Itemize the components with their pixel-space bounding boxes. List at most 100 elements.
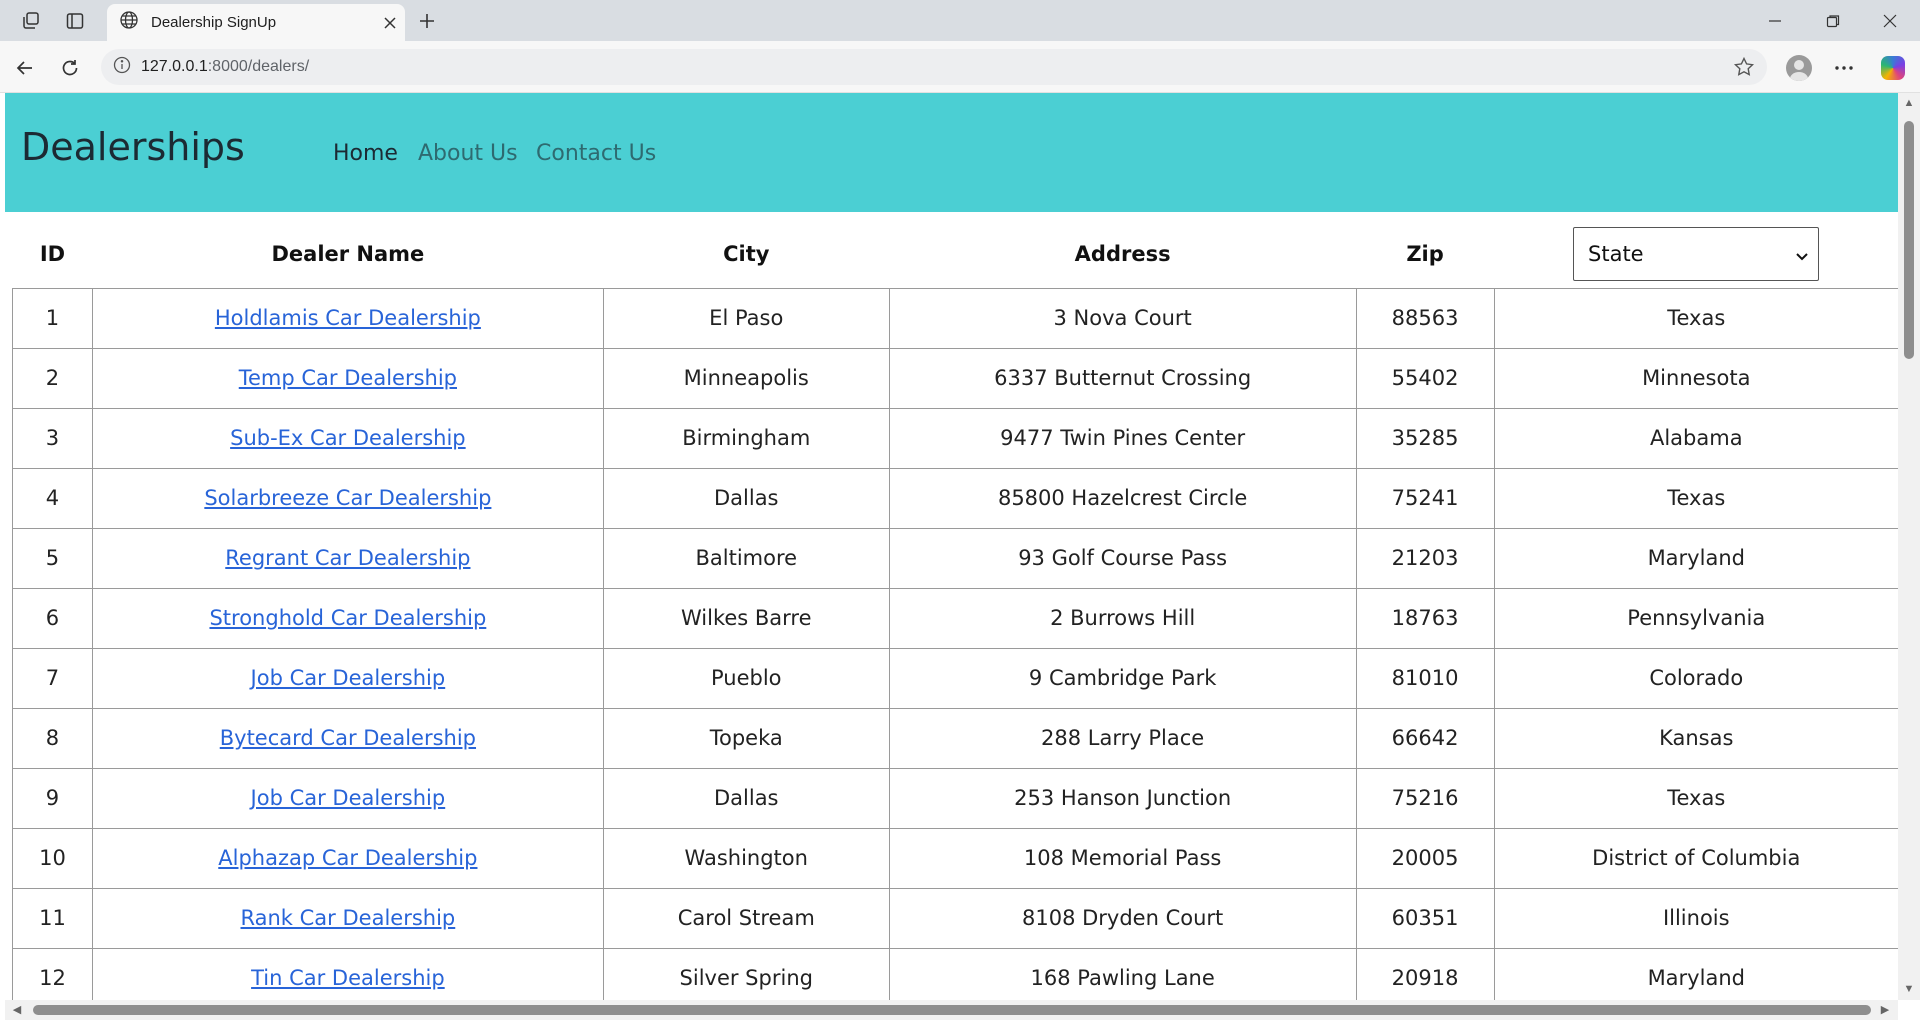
cell-address: 9477 Twin Pines Center: [888, 407, 1357, 468]
cell-city: Birmingham: [602, 407, 890, 468]
cell-address: 2 Burrows Hill: [888, 587, 1357, 648]
cell-state: Texas: [1493, 287, 1898, 348]
dealer-link[interactable]: Holdlamis Car Dealership: [215, 306, 481, 330]
url-path: :8000/dealers/: [207, 58, 310, 75]
cell-zip: 35285: [1355, 407, 1495, 468]
active-tab[interactable]: Dealership SignUp: [107, 4, 405, 41]
table-header-row: ID Dealer Name City Address Zip State: [13, 220, 1899, 288]
cell-address: 93 Golf Course Pass: [888, 527, 1357, 588]
cell-state: Kansas: [1493, 707, 1898, 768]
cell-state: Minnesota: [1493, 347, 1898, 408]
dealer-link[interactable]: Regrant Car Dealership: [225, 546, 470, 570]
horizontal-scroll-thumb[interactable]: [33, 1005, 1871, 1015]
cell-city: Baltimore: [602, 527, 890, 588]
cell-id: 2: [12, 347, 93, 408]
workspaces-icon[interactable]: [18, 8, 44, 34]
cell-state: Texas: [1493, 767, 1898, 828]
restore-icon[interactable]: [1810, 6, 1856, 36]
column-header-address: Address: [1074, 241, 1171, 266]
table-row: 7 Job Car Dealership Pueblo 9 Cambridge Par…: [12, 647, 1898, 708]
table-row: 11 Rank Car Dealership Carol Stream 8108 Dr…: [12, 887, 1898, 948]
nav-home[interactable]: Home: [333, 141, 398, 166]
dealer-link[interactable]: Rank Car Dealership: [241, 906, 456, 930]
cell-zip: 75241: [1355, 467, 1495, 528]
dealer-link[interactable]: Alphazap Car Dealership: [218, 846, 477, 870]
info-icon[interactable]: [113, 56, 131, 79]
copilot-icon[interactable]: [1876, 51, 1910, 85]
vertical-scroll-thumb[interactable]: [1904, 121, 1914, 359]
cell-dealer-name: Solarbreeze Car Dealership: [91, 467, 604, 528]
plus-icon[interactable]: [412, 8, 442, 34]
cell-state: Illinois: [1493, 887, 1898, 948]
cell-zip: 20005: [1355, 827, 1495, 888]
globe-icon: [119, 10, 139, 35]
cell-state: Pennsylvania: [1493, 587, 1898, 648]
cell-id: 9: [12, 767, 93, 828]
cell-city: Silver Spring: [602, 947, 890, 1000]
url-host: 127.0.0.1: [141, 58, 208, 75]
nav-contact-us[interactable]: Contact Us: [536, 141, 656, 166]
dealer-link[interactable]: Bytecard Car Dealership: [220, 726, 476, 750]
cell-zip: 75216: [1355, 767, 1495, 828]
cell-dealer-name: Bytecard Car Dealership: [91, 707, 604, 768]
cell-zip: 20918: [1355, 947, 1495, 1000]
browser-toolbar: 127.0.0.1:8000/dealers/: [0, 41, 1920, 93]
table-row: 6 Stronghold Car Dealership Wilkes Barre 2 …: [12, 587, 1898, 648]
scroll-left-icon[interactable]: ◀: [11, 1004, 23, 1016]
page-viewport: Dealerships Home About Us Contact Us ID …: [5, 93, 1898, 1000]
nav-about-us[interactable]: About Us: [418, 141, 518, 166]
reload-icon[interactable]: [55, 53, 85, 83]
star-icon[interactable]: [1733, 56, 1755, 83]
table-row: 9 Job Car Dealership Dallas 253 Hanson Junc…: [12, 767, 1898, 828]
cell-address: 288 Larry Place: [888, 707, 1357, 768]
cell-dealer-name: Holdlamis Car Dealership: [91, 287, 604, 348]
cell-state: Colorado: [1493, 647, 1898, 708]
column-header-id: ID: [39, 241, 66, 266]
state-select[interactable]: State: [1573, 226, 1820, 281]
scroll-right-icon[interactable]: ▶: [1879, 1004, 1891, 1016]
scroll-down-icon[interactable]: ▼: [1903, 983, 1915, 995]
cell-address: 3 Nova Court: [888, 287, 1357, 348]
table-row: 1 Holdlamis Car Dealership El Paso 3 Nova C…: [12, 287, 1898, 348]
scroll-up-icon[interactable]: ▲: [1903, 97, 1915, 109]
table-row: 3 Sub-Ex Car Dealership Birmingham 9477 Twi…: [12, 407, 1898, 468]
more-icon[interactable]: [1827, 51, 1861, 85]
close-icon[interactable]: [375, 8, 405, 38]
dealer-link[interactable]: Job Car Dealership: [251, 666, 446, 690]
dealer-link[interactable]: Tin Car Dealership: [251, 966, 445, 990]
cell-city: Minneapolis: [602, 347, 890, 408]
profile-icon[interactable]: [1782, 51, 1816, 85]
vertical-scrollbar[interactable]: ▲ ▼: [1898, 93, 1920, 1000]
cell-dealer-name: Alphazap Car Dealership: [91, 827, 604, 888]
cell-id: 5: [12, 527, 93, 588]
brand-title[interactable]: Dealerships: [21, 125, 245, 169]
tab-actions-icon[interactable]: [62, 8, 88, 34]
cell-city: Topeka: [602, 707, 890, 768]
column-header-dealer-name: Dealer Name: [271, 241, 425, 266]
column-header-state: State: [1494, 220, 1898, 288]
cell-city: Pueblo: [602, 647, 890, 708]
cell-dealer-name: Regrant Car Dealership: [91, 527, 604, 588]
dealer-link[interactable]: Temp Car Dealership: [239, 366, 457, 390]
cell-address: 253 Hanson Junction: [888, 767, 1357, 828]
chevron-down-icon: [1796, 242, 1808, 266]
cell-state: Maryland: [1493, 947, 1898, 1000]
dealers-table-container: ID Dealer Name City Address Zip State 1 …: [12, 220, 1898, 1000]
cell-state: Texas: [1493, 467, 1898, 528]
table-row: 8 Bytecard Car Dealership Topeka 288 Larry …: [12, 707, 1898, 768]
cell-dealer-name: Sub-Ex Car Dealership: [91, 407, 604, 468]
close-window-icon[interactable]: [1867, 6, 1913, 36]
table-row: 10 Alphazap Car Dealership Washington 108 M…: [12, 827, 1898, 888]
dealer-link[interactable]: Job Car Dealership: [251, 786, 446, 810]
horizontal-scrollbar[interactable]: ◀ ▶: [5, 1000, 1898, 1020]
dealer-link[interactable]: Stronghold Car Dealership: [209, 606, 486, 630]
column-header-city: City: [723, 241, 770, 266]
cell-zip: 55402: [1355, 347, 1495, 408]
dealer-link[interactable]: Sub-Ex Car Dealership: [230, 426, 466, 450]
cell-state: Alabama: [1493, 407, 1898, 468]
back-arrow-icon[interactable]: [10, 53, 40, 83]
tab-strip: Dealership SignUp: [0, 0, 1920, 41]
minimize-icon[interactable]: [1752, 6, 1798, 36]
dealer-link[interactable]: Solarbreeze Car Dealership: [204, 486, 491, 510]
address-bar[interactable]: 127.0.0.1:8000/dealers/: [101, 49, 1767, 85]
